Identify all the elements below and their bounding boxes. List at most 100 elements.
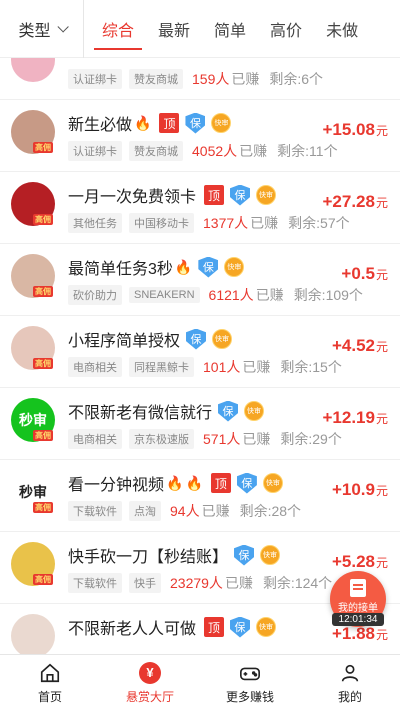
avatar: 高佣 xyxy=(11,326,55,370)
task-tag: 点淘 xyxy=(129,501,161,521)
avatar-text: 秒审 xyxy=(19,484,47,500)
task-tag: 下载软件 xyxy=(68,501,122,521)
earned-suffix: 已赚 xyxy=(224,575,253,591)
nav-more-earn[interactable]: 更多赚钱 xyxy=(200,655,300,711)
earned-count: 6121人 xyxy=(208,287,254,303)
my-orders-button[interactable]: 我的接单 12:01:34 xyxy=(330,571,386,627)
yen-icon: ¥ xyxy=(139,661,161,684)
avatar-image xyxy=(11,58,55,82)
user-icon xyxy=(341,664,359,682)
task-row[interactable]: 高佣 一月一次免费领卡顶保快审 其他任务 中国移动卡 1377人 已赚 剩余:57个 +27.… xyxy=(0,172,400,244)
task-meta-line: 认证绑卡 赞友商城 4052人 已赚 剩余:11个 xyxy=(68,141,338,161)
shield-icon: 保 xyxy=(230,184,251,206)
remaining-count: 剩余:57个 xyxy=(288,215,350,231)
nav-reward-hall[interactable]: ¥ 悬赏大厅 xyxy=(100,655,200,711)
task-tag: 中国移动卡 xyxy=(129,213,194,233)
tab-not-done[interactable]: 未做 xyxy=(326,0,358,58)
task-title: 不限新老人人可做 xyxy=(68,621,197,638)
shield-icon: 保 xyxy=(230,616,251,638)
avatar-tag: 高佣 xyxy=(33,358,53,369)
task-tag: 赞友商城 xyxy=(129,69,183,89)
remaining-count: 剩余:6个 xyxy=(269,71,324,87)
task-title: 一月一次免费领卡 xyxy=(68,189,197,206)
avatar xyxy=(11,58,55,82)
nav-reward-hall-label: 悬赏大厅 xyxy=(125,689,174,704)
countdown-timer: 12:01:34 xyxy=(332,613,384,626)
reward-price: +27.28元 xyxy=(323,192,389,212)
earned-suffix: 已赚 xyxy=(201,503,230,519)
remaining-count: 剩余:124个 xyxy=(262,575,333,591)
task-row[interactable]: 认证绑卡 赞友商城 159人 已赚 剩余:6个 xyxy=(0,58,400,100)
currency-unit: 元 xyxy=(375,340,388,354)
avatar xyxy=(11,614,55,654)
avatar: 秒审高佣 xyxy=(11,470,55,514)
shield-icon: 保 xyxy=(234,544,255,566)
earned-suffix: 已赚 xyxy=(255,287,284,303)
avatar-tag: 高佣 xyxy=(33,502,53,513)
earned-suffix: 已赚 xyxy=(239,143,268,159)
quick-review-icon: 快审 xyxy=(260,545,281,565)
top-filter-bar: 类型 综合 最新 简单 高价 未做 xyxy=(0,0,400,58)
reward-price: +12.19元 xyxy=(323,408,389,428)
task-meta-line: 下载软件 点淘 94人 已赚 剩余:28个 xyxy=(68,501,301,521)
type-filter-dropdown[interactable]: 类型 xyxy=(0,0,84,58)
avatar-text: 秒审 xyxy=(19,412,47,428)
remaining-count: 剩余:29个 xyxy=(280,431,342,447)
task-meta-line: 认证绑卡 赞友商城 159人 已赚 剩余:6个 xyxy=(68,69,323,89)
gamepad-icon xyxy=(240,667,260,680)
sort-tabs: 综合 最新 简单 高价 未做 xyxy=(84,0,382,58)
earned-suffix: 已赚 xyxy=(250,215,279,231)
top-badge: 顶 xyxy=(210,473,231,493)
avatar: 高佣 xyxy=(11,542,55,586)
nav-home[interactable]: 首页 xyxy=(0,655,100,711)
currency-unit: 元 xyxy=(375,268,388,282)
shield-icon: 保 xyxy=(185,112,206,134)
task-tag: 认证绑卡 xyxy=(68,141,122,161)
task-row[interactable]: 秒审 高佣 看一分钟视频 🔥 🔥 顶保快审 下载软件 点淘 94人 已赚 剩余:28个 +10.9元 xyxy=(0,460,400,532)
tab-newest[interactable]: 最新 xyxy=(158,0,190,58)
task-title-line: 不限新老有微信就行保快审 xyxy=(68,400,265,422)
task-title-line: 最简单任务3秒 🔥 保快审 xyxy=(68,256,245,278)
task-title-line: 小程序简单授权保快审 xyxy=(68,328,233,350)
my-orders-label: 我的接单 xyxy=(338,603,378,614)
task-row[interactable]: 高佣 最简单任务3秒 🔥 保快审 砍价助力 SNEAKERN 6121人 已赚 剩余:109个 +… xyxy=(0,244,400,316)
reward-amount: +0.5 xyxy=(341,264,375,283)
task-title-line: 快手砍一刀【秒结账】保快审 xyxy=(68,544,281,566)
quick-review-icon: 快审 xyxy=(224,257,245,277)
task-tag: 快手 xyxy=(129,573,161,593)
tab-simple[interactable]: 简单 xyxy=(214,0,246,58)
task-title: 快手砍一刀【秒结账】 xyxy=(68,549,229,566)
tab-high-price[interactable]: 高价 xyxy=(270,0,302,58)
task-tag: SNEAKERN xyxy=(129,287,200,303)
task-row[interactable]: 高佣 新生必做 🔥 顶保快审 认证绑卡 赞友商城 4052人 已赚 剩余:11个 +15.08元 xyxy=(0,100,400,172)
task-title: 小程序简单授权 xyxy=(68,333,181,350)
quick-review-icon: 快审 xyxy=(256,185,277,205)
task-tag: 其他任务 xyxy=(68,213,122,233)
reward-amount: +4.52 xyxy=(331,336,375,355)
reward-price: +0.5元 xyxy=(341,264,388,284)
shield-icon: 保 xyxy=(218,400,239,422)
task-tag: 电商相关 xyxy=(68,429,122,449)
avatar-tag: 高佣 xyxy=(33,430,53,441)
task-tag: 同程黑鲸卡 xyxy=(129,357,194,377)
task-tag: 京东极速版 xyxy=(129,429,194,449)
nav-mine[interactable]: 我的 xyxy=(300,655,400,711)
task-row[interactable]: 高佣 小程序简单授权保快审 电商相关 同程黑鲸卡 101人 已赚 剩余:15个 +4.52元 xyxy=(0,316,400,388)
avatar: 高佣 xyxy=(11,182,55,226)
home-icon xyxy=(40,663,60,682)
earned-suffix: 已赚 xyxy=(242,431,271,447)
fire-icon: 🔥 xyxy=(166,474,184,491)
top-badge: 顶 xyxy=(204,185,225,205)
remaining-count: 剩余:11个 xyxy=(277,143,338,159)
remaining-count: 剩余:15个 xyxy=(280,359,342,375)
chevron-down-icon xyxy=(56,20,69,33)
earned-count: 94人 xyxy=(170,503,200,519)
currency-unit: 元 xyxy=(375,556,388,570)
earned-count: 159人 xyxy=(192,71,230,87)
task-row[interactable]: 秒审 高佣 不限新老有微信就行保快审 电商相关 京东极速版 571人 已赚 剩余:29个 +12… xyxy=(0,388,400,460)
task-meta-line: 砍价助力 SNEAKERN 6121人 已赚 剩余:109个 xyxy=(68,285,363,305)
type-filter-label: 类型 xyxy=(18,22,51,40)
task-title: 最简单任务3秒 xyxy=(68,261,173,278)
tab-comprehensive[interactable]: 综合 xyxy=(93,0,143,58)
earned-suffix: 已赚 xyxy=(231,71,260,87)
